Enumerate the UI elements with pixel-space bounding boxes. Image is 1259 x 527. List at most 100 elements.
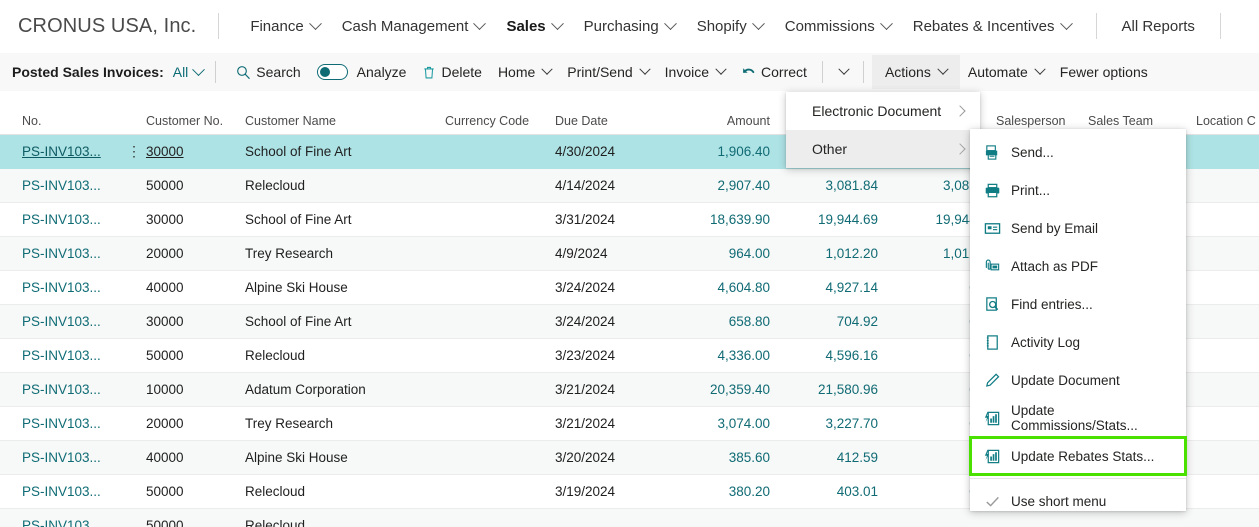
chevron-down-icon: [838, 63, 850, 75]
cell-amount: 380.20: [728, 484, 770, 499]
menu-item-find-entries[interactable]: Find entries...: [970, 285, 1186, 323]
cell-customer-name: Adatum Corporation: [245, 382, 366, 397]
cell-no[interactable]: PS-INV103...: [22, 280, 101, 295]
row-menu-icon[interactable]: ⋮: [127, 143, 141, 159]
column-header-customer-no[interactable]: Customer No.: [146, 114, 245, 134]
invoice-label: Invoice: [664, 64, 710, 80]
other-submenu: Send... Print... Send by Email Attach as PD…: [969, 129, 1187, 511]
cell-amount: 18,639.90: [709, 212, 770, 227]
menu-item-electronic-document[interactable]: Electronic Document: [786, 92, 980, 130]
analyze-toggle[interactable]: Analyze: [309, 59, 415, 85]
toolbar-divider: [862, 61, 864, 83]
menu-item-update-commissions-stats[interactable]: Update Commissions/Stats...: [970, 399, 1186, 437]
menu-item-use-short-menu[interactable]: Use short menu: [970, 482, 1186, 520]
chevron-down-icon: [937, 63, 949, 75]
home-menu[interactable]: Home: [490, 59, 559, 85]
cell-amount-including-vat: 403.01: [836, 484, 878, 499]
print-send-menu[interactable]: Print/Send: [559, 59, 656, 85]
cell-no[interactable]: PS-INV103...: [22, 348, 101, 363]
cell-customer-no: 20000: [146, 246, 184, 261]
cell-amount: 2,907.40: [717, 178, 770, 193]
cell-no[interactable]: PS-INV103...: [22, 416, 101, 431]
actions-dropdown-menu: Electronic Document Other: [786, 92, 980, 168]
chevron-down-icon: [192, 62, 206, 76]
cell-amount: 4,336.00: [717, 348, 770, 363]
nav-item-all-reports[interactable]: All Reports: [1111, 12, 1206, 41]
trash-icon: [422, 65, 436, 80]
nav-item-finance[interactable]: Finance: [239, 12, 330, 41]
cell-no[interactable]: PS-INV103...: [22, 518, 101, 527]
cell-customer-no: 50000: [146, 518, 184, 527]
action-toolbar: Posted Sales Invoices: All Search Analyz…: [0, 53, 1259, 91]
cell-amount: 20,359.40: [709, 382, 770, 397]
undo-arrow-icon: [741, 65, 756, 80]
nav-label: Finance: [250, 17, 304, 35]
cell-amount-including-vat: 4,596.16: [825, 348, 878, 363]
column-header-no[interactable]: No.: [0, 114, 122, 134]
nav-item-purchasing[interactable]: Purchasing: [573, 12, 686, 41]
send-icon: [984, 144, 1001, 161]
chevron-down-icon: [1059, 16, 1073, 30]
column-header-customer-name[interactable]: Customer Name: [245, 114, 445, 134]
nav-item-sales[interactable]: Sales: [495, 12, 572, 41]
cell-no[interactable]: PS-INV103...: [22, 212, 101, 227]
cell-no[interactable]: PS-INV103...: [22, 314, 101, 329]
company-name: CRONUS USA, Inc.: [18, 14, 197, 37]
cell-no[interactable]: PS-INV103...: [22, 144, 101, 159]
correct-more-dropdown[interactable]: [830, 63, 855, 81]
cell-amount: 658.80: [728, 314, 770, 329]
menu-item-label: Update Commissions/Stats...: [1011, 403, 1138, 433]
cell-customer-name: School of Fine Art: [245, 212, 352, 227]
cell-amount-including-vat: 3,081.84: [825, 178, 878, 193]
view-filter-dropdown[interactable]: All: [173, 62, 206, 80]
chevron-down-icon: [1034, 63, 1046, 75]
nav-label: Purchasing: [583, 17, 659, 35]
menu-item-send-by-email[interactable]: Send by Email: [970, 209, 1186, 247]
nav-label: Cash Management: [341, 17, 469, 35]
cell-no[interactable]: PS-INV103...: [22, 246, 101, 261]
fewer-options-button[interactable]: Fewer options: [1052, 59, 1156, 85]
nav-item-rebates-incentives[interactable]: Rebates & Incentives: [902, 12, 1082, 41]
invoice-menu[interactable]: Invoice: [657, 59, 733, 85]
menu-item-update-document[interactable]: Update Document: [970, 361, 1186, 399]
toggle-switch[interactable]: [316, 64, 348, 80]
attach-pdf-icon: [984, 258, 1001, 275]
column-header-currency-code[interactable]: Currency Code: [445, 114, 555, 134]
chevron-down-icon: [879, 16, 893, 30]
cell-no[interactable]: PS-INV103...: [22, 484, 101, 499]
cell-customer-name: Alpine Ski House: [245, 280, 348, 295]
actions-menu[interactable]: Actions: [871, 55, 960, 89]
cell-no[interactable]: PS-INV103...: [22, 178, 101, 193]
menu-item-update-rebates-stats[interactable]: Update Rebates Stats...: [969, 436, 1187, 476]
automate-menu[interactable]: Automate: [960, 59, 1052, 85]
menu-divider: [970, 478, 1186, 479]
cell-amount-including-vat: 412.59: [836, 450, 878, 465]
menu-item-print[interactable]: Print...: [970, 171, 1186, 209]
menu-item-other[interactable]: Other: [786, 130, 980, 168]
cell-amount-including-vat: 704.92: [836, 314, 878, 329]
nav-item-commissions[interactable]: Commissions: [774, 12, 902, 41]
printer-icon: [984, 182, 1001, 199]
find-entries-icon: [984, 296, 1001, 313]
cell-amount-including-vat: 3,227.70: [825, 416, 878, 431]
menu-item-label: Activity Log: [1011, 334, 1081, 350]
menu-item-activity-log[interactable]: Activity Log: [970, 323, 1186, 361]
menu-item-label: Update Rebates Stats...: [1011, 448, 1155, 464]
cell-amount-including-vat: 19,944.69: [817, 212, 878, 227]
column-header-amount[interactable]: Amount: [665, 114, 770, 134]
search-button[interactable]: Search: [228, 59, 308, 85]
delete-button[interactable]: Delete: [414, 59, 489, 85]
column-header-spacer: [122, 128, 146, 134]
nav-item-cash-management[interactable]: Cash Management: [331, 12, 496, 41]
menu-item-send[interactable]: Send...: [970, 133, 1186, 171]
nav-item-shopify[interactable]: Shopify: [686, 12, 774, 41]
correct-button[interactable]: Correct: [733, 59, 815, 85]
column-header-location-code[interactable]: Location C: [1178, 114, 1259, 134]
menu-item-attach-as-pdf[interactable]: Attach as PDF: [970, 247, 1186, 285]
nav-divider: [1219, 13, 1221, 39]
cell-customer-name: Relecloud: [245, 484, 306, 499]
column-header-due-date[interactable]: Due Date: [555, 114, 665, 134]
cell-no[interactable]: PS-INV103...: [22, 382, 101, 397]
cell-no[interactable]: PS-INV103...: [22, 450, 101, 465]
checkmark-icon: [984, 493, 1001, 510]
